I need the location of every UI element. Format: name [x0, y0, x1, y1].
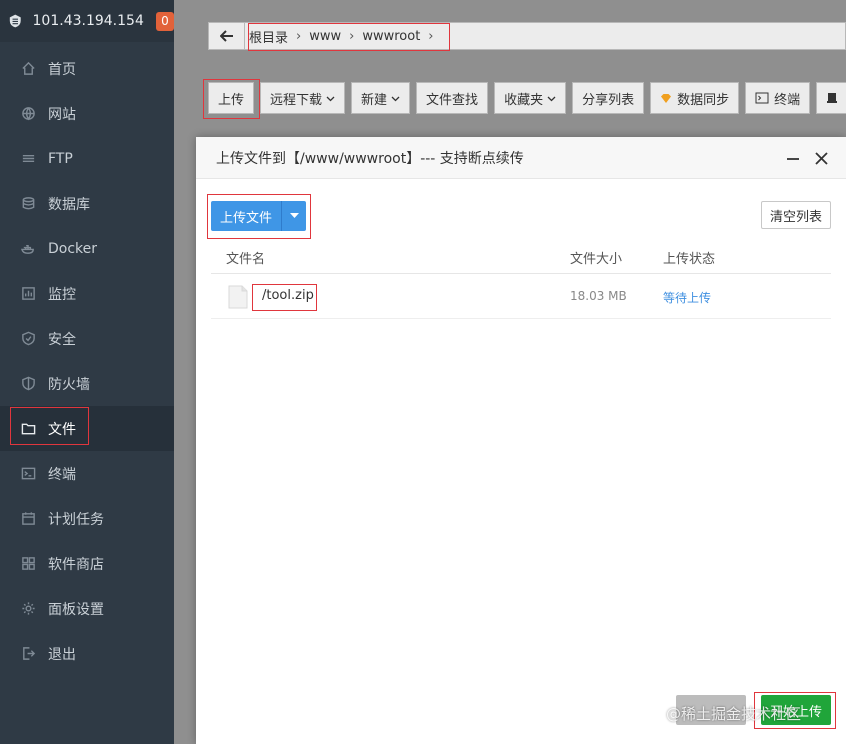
notification-badge[interactable]: 0: [155, 11, 174, 31]
share-list-button[interactable]: 分享列表: [572, 82, 645, 114]
sidebar-item-monitor[interactable]: 监控: [0, 271, 174, 316]
sidebar-item-docker[interactable]: Docker: [0, 226, 174, 271]
monitor-icon: [20, 286, 36, 302]
shield-icon: [20, 331, 36, 347]
sidebar-item-home[interactable]: 首页: [0, 46, 174, 91]
sidebar-item-terminal[interactable]: 终端: [0, 451, 174, 496]
dialog-header: 上传文件到【/www/wwwroot】--- 支持断点续传: [196, 137, 846, 179]
more-button[interactable]: [816, 82, 846, 114]
dialog-controls: [774, 149, 830, 167]
upload-status: 等待上传: [663, 291, 712, 305]
file-search-button[interactable]: 文件查找: [416, 82, 489, 114]
arrow-left-icon: [219, 30, 233, 42]
minimize-button[interactable]: [784, 149, 802, 167]
sidebar-item-label: 面板设置: [48, 601, 104, 618]
server-ip: 101.43.194.154: [32, 13, 144, 29]
sidebar-item-logout[interactable]: 退出: [0, 631, 174, 676]
server-logo-icon: [9, 14, 21, 28]
calendar-icon: [20, 511, 36, 527]
sidebar-item-ftp[interactable]: FTP: [0, 136, 174, 181]
chevron-down-icon: [547, 96, 556, 101]
diamond-icon: [661, 93, 672, 103]
column-name: 文件名: [226, 251, 266, 267]
file-name-highlight: [252, 284, 317, 311]
drive-icon: [827, 93, 838, 103]
file-size: 18.03 MB: [570, 289, 627, 303]
data-sync-label: 数据同步: [677, 92, 730, 108]
clear-list-button[interactable]: 清空列表: [761, 201, 831, 229]
sidebar-item-label: 软件商店: [48, 556, 104, 573]
sidebar-item-label: 数据库: [48, 196, 90, 213]
sidebar-item-label: 安全: [48, 331, 76, 348]
chevron-down-icon: [391, 96, 400, 101]
column-status: 上传状态: [663, 251, 716, 267]
terminal-button[interactable]: 终端: [745, 82, 811, 114]
close-button[interactable]: [812, 149, 830, 167]
sidebar-item-label: 终端: [48, 466, 76, 483]
upload-file-highlight: [207, 194, 311, 239]
file-toolbar: 上传 远程下载 新建 文件查找 收藏夹 分享列表 数据同步 终端: [208, 82, 846, 114]
sidebar-item-database[interactable]: 数据库: [0, 181, 174, 226]
firewall-icon: [20, 376, 36, 392]
active-item-highlight: [10, 407, 89, 445]
logout-icon: [20, 646, 36, 662]
sidebar-item-shield[interactable]: 安全: [0, 316, 174, 361]
upload-dialog: 上传文件到【/www/wwwroot】--- 支持断点续传 上传文件 清空列表 …: [196, 137, 846, 744]
upload-table-header: 文件名 文件大小 上传状态: [211, 240, 831, 274]
ftp-icon: [20, 151, 36, 167]
sidebar-item-gear[interactable]: 面板设置: [0, 586, 174, 631]
sidebar-item-label: Docker: [48, 240, 98, 257]
back-button[interactable]: [209, 23, 245, 49]
sidebar-item-label: FTP: [48, 150, 73, 167]
sidebar-item-label: 退出: [48, 646, 76, 663]
sidebar-item-label: 防火墙: [48, 376, 90, 393]
upload-button-highlight: [203, 79, 260, 119]
sidebar-item-label: 网站: [48, 106, 76, 123]
terminal-icon: [20, 466, 36, 482]
sidebar-item-label: 计划任务: [48, 511, 104, 528]
dialog-title: 上传文件到【/www/wwwroot】--- 支持断点续传: [216, 150, 524, 167]
favorites-label: 收藏夹: [504, 92, 544, 108]
sidebar-item-firewall[interactable]: 防火墙: [0, 361, 174, 406]
sidebar-item-calendar[interactable]: 计划任务: [0, 496, 174, 541]
sidebar-header: 101.43.194.154 0: [0, 0, 174, 42]
watermark-text: @稀土掘金技术社区: [666, 705, 802, 723]
sidebar-item-label: 监控: [48, 286, 76, 303]
gear-icon: [20, 601, 36, 617]
data-sync-button[interactable]: 数据同步: [650, 82, 740, 114]
favorites-button[interactable]: 收藏夹: [494, 82, 567, 114]
database-icon: [20, 196, 36, 212]
sidebar-item-label: 首页: [48, 61, 76, 78]
new-button[interactable]: 新建: [351, 82, 411, 114]
apps-icon: [20, 556, 36, 572]
new-label: 新建: [361, 92, 388, 108]
remote-download-label: 远程下载: [270, 92, 323, 108]
breadcrumb-highlight: [248, 23, 450, 51]
sidebar-item-folder[interactable]: 文件: [0, 406, 174, 451]
remote-download-button[interactable]: 远程下载: [260, 82, 346, 114]
home-icon: [20, 61, 36, 77]
minimize-icon: [787, 158, 799, 160]
globe-icon: [20, 106, 36, 122]
terminal-label: 终端: [774, 92, 801, 108]
docker-icon: [20, 241, 36, 257]
sidebar-item-globe[interactable]: 网站: [0, 91, 174, 136]
sidebar-item-apps[interactable]: 软件商店: [0, 541, 174, 586]
file-icon: [228, 285, 248, 309]
column-size: 文件大小: [570, 251, 623, 267]
chevron-down-icon: [326, 96, 335, 101]
close-icon: [814, 151, 828, 165]
terminal-icon: [755, 92, 769, 104]
